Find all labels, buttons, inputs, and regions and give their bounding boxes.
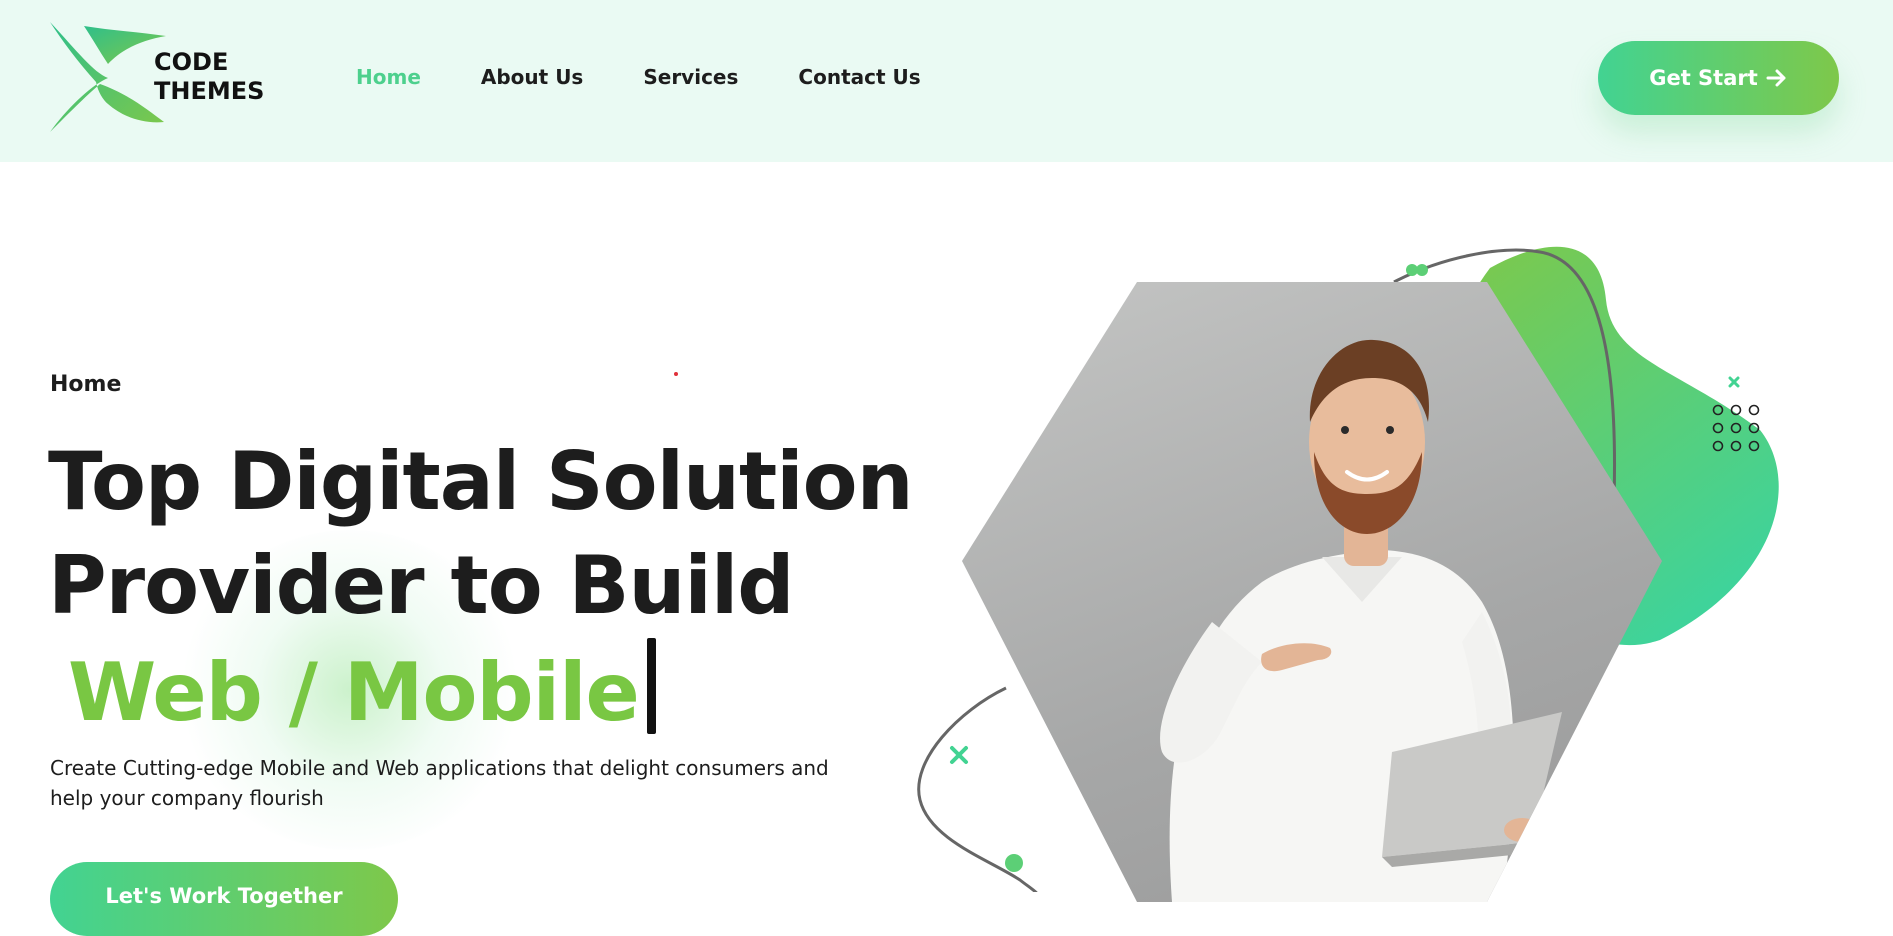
lets-work-together-label: Let's Work Together: [105, 884, 343, 908]
curve-dot-bottom: [1005, 854, 1023, 872]
site-header: CODE THEMES Home About Us Services Conta…: [0, 0, 1893, 162]
logo-x-icon: [50, 22, 166, 132]
main-nav: Home About Us Services Contact Us: [356, 64, 981, 90]
hero-description: Create Cutting-edge Mobile and Web appli…: [50, 756, 829, 810]
lets-work-together-button[interactable]: Let's Work Together: [50, 862, 398, 936]
headline-highlight: Web / Mobile: [68, 646, 640, 739]
nav-about-us[interactable]: About Us: [481, 64, 583, 90]
logo-line2: THEMES: [154, 77, 265, 105]
x-mark-icon-left: [950, 746, 968, 764]
decorative-dot: [674, 372, 678, 376]
nav-home[interactable]: Home: [356, 64, 421, 90]
typing-caret: [646, 638, 656, 734]
hero-illustration: [900, 240, 1800, 902]
logo-text: CODE THEMES: [154, 48, 264, 106]
hero-headline: Top Digital Solution Provider to Build W…: [48, 430, 914, 745]
headline-line-2: Provider to Build: [48, 539, 795, 632]
arrow-right-icon: [1766, 69, 1786, 87]
get-start-button[interactable]: Get Start: [1598, 41, 1839, 115]
get-start-label: Get Start: [1649, 66, 1758, 90]
x-mark-icon-right: [1728, 376, 1740, 388]
nav-services[interactable]: Services: [643, 64, 738, 90]
curve-line-bottom: [917, 686, 1038, 892]
logo-line1: CODE: [154, 48, 229, 76]
headline-line-3: Web / Mobile: [48, 638, 913, 745]
logo[interactable]: CODE THEMES: [48, 22, 278, 134]
curve-dot-top-2: [1416, 264, 1428, 276]
nav-contact-us[interactable]: Contact Us: [798, 64, 920, 90]
headline-line-1: Top Digital Solution: [48, 435, 914, 528]
breadcrumb: Home: [50, 372, 122, 397]
